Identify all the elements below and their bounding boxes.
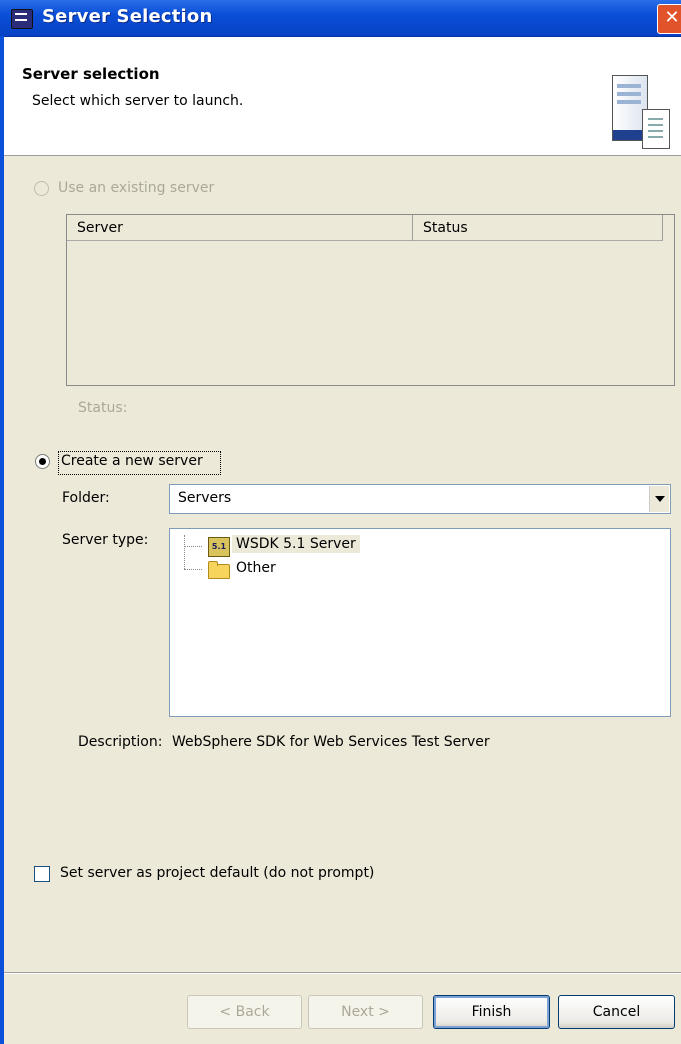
- title-bar: Server Selection ✕: [0, 0, 681, 37]
- next-button[interactable]: Next >: [308, 995, 423, 1029]
- description-label: Description:: [78, 734, 163, 750]
- back-button[interactable]: < Back: [187, 995, 302, 1029]
- table-header-server[interactable]: Server: [67, 215, 413, 241]
- tree-item-other[interactable]: Other: [178, 559, 378, 581]
- create-new-server-label[interactable]: Create a new server: [61, 453, 203, 469]
- wsdk-server-icon: 5.1: [208, 537, 230, 557]
- wizard-header: Server selection Select which server to …: [4, 37, 681, 156]
- folder-label: Folder:: [62, 490, 110, 506]
- use-existing-server-label: Use an existing server: [58, 180, 215, 196]
- finish-button[interactable]: Finish: [433, 995, 550, 1029]
- button-bar-divider: [4, 972, 681, 974]
- folder-combo-value: Servers: [178, 490, 232, 506]
- header-title: Server selection: [22, 65, 160, 83]
- use-existing-server-radio[interactable]: [34, 181, 49, 196]
- project-default-label[interactable]: Set server as project default (do not pr…: [60, 865, 374, 881]
- existing-servers-table[interactable]: Server Status: [66, 214, 675, 386]
- chevron-down-icon[interactable]: [649, 486, 669, 512]
- eclipse-app-icon: [11, 9, 33, 29]
- header-description: Select which server to launch.: [32, 93, 244, 109]
- create-new-server-radio[interactable]: [35, 454, 50, 469]
- tree-item-label: Other: [236, 560, 276, 576]
- folder-icon: [208, 561, 230, 579]
- cancel-button[interactable]: Cancel: [558, 995, 675, 1029]
- project-default-checkbox[interactable]: [34, 866, 50, 882]
- table-header-status[interactable]: Status: [413, 215, 663, 241]
- server-banner-icon: [612, 75, 676, 149]
- server-type-tree[interactable]: 5.1 WSDK 5.1 Server Other: [169, 528, 671, 717]
- window-border: [0, 36, 4, 1044]
- tree-item-label: WSDK 5.1 Server: [232, 535, 360, 553]
- server-type-label: Server type:: [62, 532, 149, 548]
- description-value: WebSphere SDK for Web Services Test Serv…: [172, 734, 490, 750]
- status-label: Status:: [78, 400, 128, 416]
- tree-item-wsdk[interactable]: 5.1 WSDK 5.1 Server: [178, 535, 378, 557]
- window-title: Server Selection: [42, 6, 213, 27]
- close-button[interactable]: ✕: [657, 4, 681, 34]
- tree-connector: [184, 569, 202, 570]
- tree-connector: [184, 546, 202, 547]
- folder-combo[interactable]: Servers: [169, 484, 671, 514]
